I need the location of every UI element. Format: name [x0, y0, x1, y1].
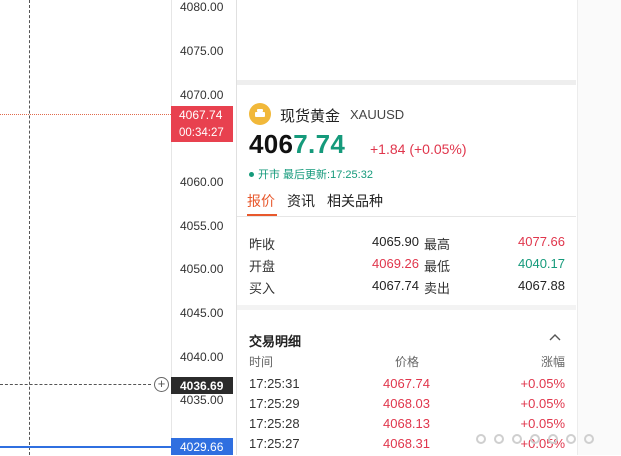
trade-price: 4067.74 — [383, 376, 430, 391]
y-tick: 4050.00 — [180, 262, 224, 276]
col-header-price: 价格 — [395, 355, 420, 369]
blue-line-price-value: 4029.66 — [180, 440, 224, 454]
trade-time: 17:25:29 — [249, 396, 300, 411]
bar-countdown: 00:34:27 — [179, 127, 224, 139]
y-tick: 4055.00 — [180, 219, 224, 233]
crosshair-price-value: 4036.69 — [180, 379, 224, 393]
crosshair-horizontal-line — [0, 384, 151, 385]
stat-value-prev-close: 4065.90 — [372, 234, 419, 249]
tab-news[interactable]: 资讯 — [287, 191, 315, 211]
current-price-value: 4067.74 — [179, 108, 223, 122]
stat-value-bid: 4067.74 — [372, 278, 419, 293]
y-tick: 4045.00 — [180, 306, 224, 320]
stat-value-ask: 4067.88 — [518, 278, 565, 293]
stat-value-high: 4077.66 — [518, 234, 565, 249]
crosshair-price-tag: 4036.69 — [171, 377, 233, 394]
chevron-up-icon[interactable] — [549, 330, 561, 344]
trade-time: 17:25:31 — [249, 376, 300, 391]
last-price-suffix: 7.74 — [293, 129, 346, 159]
status-dot-icon — [249, 171, 254, 177]
crosshair-vertical-line — [29, 0, 30, 455]
add-alert-plus-icon[interactable]: + — [154, 377, 169, 392]
y-tick: 4075.00 — [180, 44, 224, 58]
price-change: +1.84 (+0.05%) — [370, 141, 467, 157]
col-header-time: 时间 — [249, 355, 274, 369]
stat-label-bid: 买入 — [249, 281, 276, 296]
y-tick: 4080.00 — [180, 0, 224, 14]
y-tick: 4070.00 — [180, 88, 224, 102]
section-divider — [237, 80, 576, 85]
trade-price: 4068.03 — [383, 396, 430, 411]
quote-panel: 现货黄金 XAUUSD 4067.74 +1.84 (+0.05%) 开市 最后… — [237, 0, 576, 455]
watermark-logo — [468, 428, 618, 450]
gold-bar-icon — [249, 103, 271, 125]
stat-label-high: 最高 — [424, 237, 451, 252]
trade-time: 17:25:27 — [249, 436, 300, 451]
stat-label-open: 开盘 — [249, 259, 276, 274]
trades-title: 交易明细 — [249, 334, 302, 349]
last-price-prefix: 406 — [249, 129, 294, 159]
stat-label-ask: 卖出 — [424, 281, 451, 296]
market-status-text: 开市 最后更新:17:25:32 — [258, 169, 373, 181]
tab-related[interactable]: 相关品种 — [327, 191, 383, 211]
section-divider — [237, 305, 576, 310]
trade-price: 4068.31 — [383, 436, 430, 451]
tabs-divider — [237, 216, 576, 217]
blue-line-price-tag: 4029.66 — [171, 438, 233, 455]
stat-value-low: 4040.17 — [518, 256, 565, 271]
trade-time: 17:25:28 — [249, 416, 300, 431]
last-price: 4067.74 — [249, 128, 345, 160]
price-chart[interactable]: 4080.00 4075.00 4070.00 4065.00 4060.00 … — [0, 0, 237, 455]
current-price-tag: 4067.74 00:34:27 — [171, 106, 233, 142]
stat-label-low: 最低 — [424, 259, 451, 274]
trade-change: +0.05% — [520, 376, 565, 391]
right-scroll-strip — [577, 0, 621, 455]
trade-row: 17:25:31 4067.74 +0.05% — [237, 376, 576, 396]
current-price-line — [0, 114, 171, 115]
col-header-change: 涨幅 — [541, 355, 566, 369]
tab-quote[interactable]: 报价 — [247, 191, 275, 211]
y-tick: 4060.00 — [180, 175, 224, 189]
trade-row: 17:25:29 4068.03 +0.05% — [237, 396, 576, 416]
instrument-name: 现货黄金 — [280, 108, 341, 125]
blue-price-line[interactable] — [0, 446, 171, 448]
market-status: 开市 最后更新:17:25:32 — [249, 166, 373, 182]
stat-value-open: 4069.26 — [372, 256, 419, 271]
y-tick: 4035.00 — [180, 393, 224, 407]
instrument-symbol: XAUUSD — [350, 107, 405, 122]
stat-label-prev-close: 昨收 — [249, 237, 276, 252]
y-tick: 4040.00 — [180, 350, 224, 364]
trade-change: +0.05% — [520, 396, 565, 411]
panel-top-area — [237, 0, 576, 80]
trade-price: 4068.13 — [383, 416, 430, 431]
